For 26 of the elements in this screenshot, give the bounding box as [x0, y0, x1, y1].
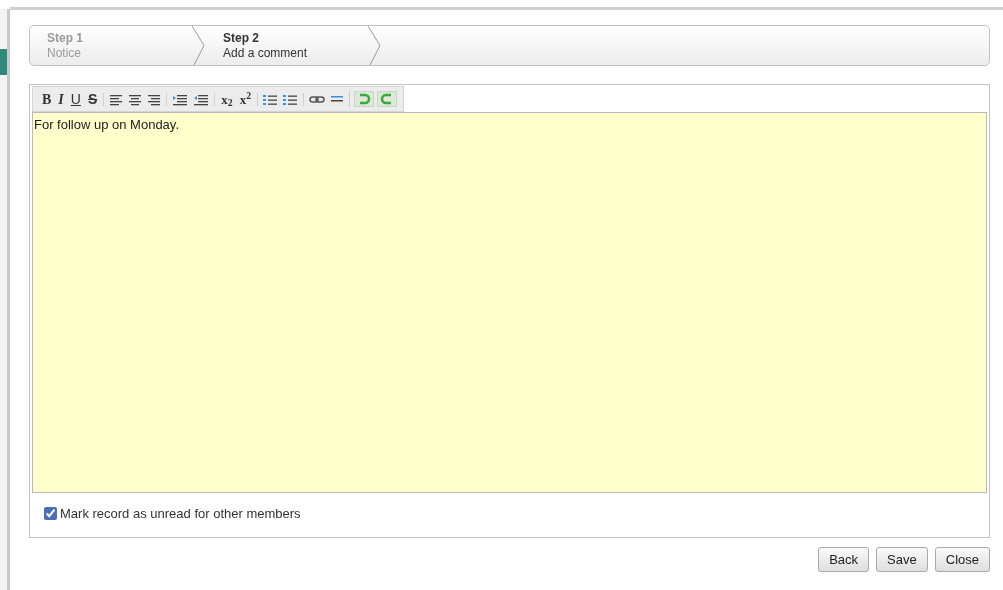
indent-icon[interactable]: [172, 92, 189, 106]
bold-button[interactable]: B: [39, 88, 55, 110]
step-subtitle: Add a comment: [223, 46, 309, 61]
unread-label: Mark record as unread for other members: [60, 505, 301, 523]
step-title: Step 1: [47, 31, 84, 46]
dialog-button[interactable]: Close: [934, 547, 990, 572]
align-center-icon[interactable]: [128, 92, 143, 106]
comment-text-area[interactable]: For follow up on Monday.: [32, 112, 987, 493]
align-right-icon[interactable]: [147, 92, 162, 106]
ordered-list-icon[interactable]: [263, 92, 278, 106]
italic-button[interactable]: I: [55, 88, 67, 110]
script-button[interactable]: x$^{2}$: [236, 92, 254, 106]
unread-checkbox[interactable]: [44, 507, 57, 521]
step-divider-chevron: [368, 26, 382, 65]
step-divider-chevron: [192, 26, 206, 65]
script-button[interactable]: x$_{2}$: [218, 92, 236, 106]
bullet-list-icon[interactable]: [283, 92, 298, 106]
align-left-icon[interactable]: [109, 92, 124, 106]
step-subtitle: Notice: [47, 46, 82, 61]
strikethrough-button[interactable]: S: [84, 88, 101, 110]
dialog-button[interactable]: Back: [818, 547, 870, 572]
underline-button[interactable]: U: [67, 88, 84, 110]
step-title: Step 2: [223, 31, 260, 46]
dialog-button[interactable]: Save: [876, 547, 928, 572]
step-tab[interactable]: Step 2 Add a comment: [206, 26, 382, 65]
outdent-icon[interactable]: [193, 92, 210, 106]
